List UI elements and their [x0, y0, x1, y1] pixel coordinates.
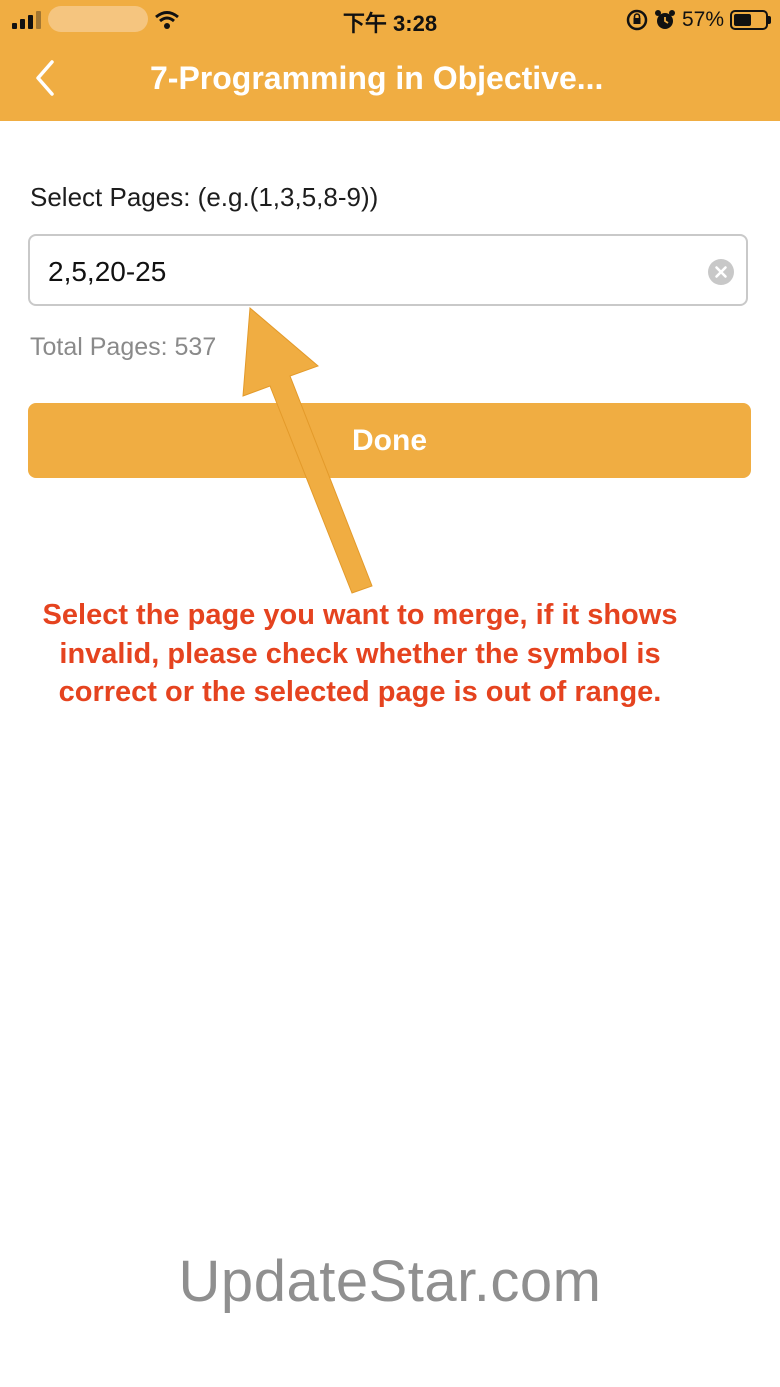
status-bar: 下午 3:28 57%: [0, 0, 780, 40]
header-bar: 下午 3:28 57% 7-Programming in Objective..…: [0, 0, 780, 121]
battery-fill: [734, 14, 752, 26]
battery-icon: [730, 10, 771, 30]
done-button[interactable]: Done: [28, 403, 751, 478]
total-pages-text: Total Pages: 537: [30, 333, 217, 361]
back-chevron-icon[interactable]: [30, 58, 60, 98]
alarm-icon: [654, 10, 675, 29]
status-right-group: 57%: [626, 6, 771, 34]
select-pages-label: Select Pages: (e.g.(1,3,5,8-9)): [30, 182, 379, 212]
page-title: 7-Programming in Objective...: [150, 60, 604, 96]
battery-percent: 57%: [681, 8, 724, 31]
watermark: UpdateStar.com: [178, 1249, 602, 1314]
clear-input-icon[interactable]: [708, 259, 734, 285]
navigation-bar: 7-Programming in Objective...: [0, 40, 780, 121]
pages-input[interactable]: [46, 236, 690, 308]
annotation-text: Select the page you want to merge, if it…: [42, 599, 678, 708]
rotation-lock-icon: [626, 9, 648, 31]
pages-input-box: [28, 234, 748, 308]
